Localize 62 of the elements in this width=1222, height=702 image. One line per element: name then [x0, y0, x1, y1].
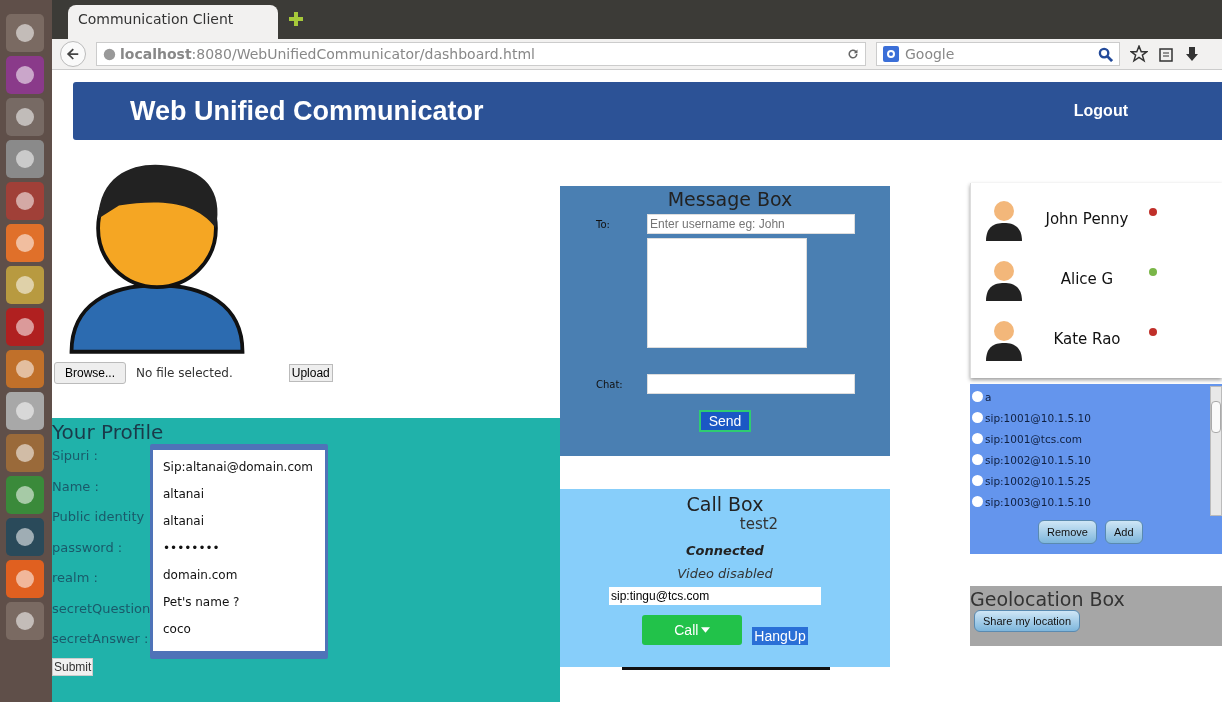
chat-label: Chat: [595, 378, 624, 390]
search-placeholder: Google [905, 46, 955, 63]
url-text: localhost:8080/WebUnifiedCommunicator/dashboard.html [120, 46, 535, 63]
to-label: To: [595, 218, 611, 230]
field-value: •••••••• [163, 540, 220, 557]
scrollbar[interactable] [1210, 386, 1222, 516]
submit-button[interactable]: Submit [52, 657, 94, 676]
search-field[interactable]: Google [876, 42, 1120, 67]
field-label: secretQuestion [52, 599, 151, 618]
caret-icon [701, 627, 711, 633]
message-box-title: Message Box [666, 188, 794, 210]
logout-link[interactable]: Logout [1073, 102, 1128, 120]
plus-icon[interactable] [288, 11, 304, 28]
share-location-button[interactable]: Share my location [974, 610, 1081, 632]
reload-icon[interactable] [847, 48, 859, 61]
contact-name[interactable]: Alice G [1025, 270, 1149, 288]
call-status: Connected [686, 543, 764, 558]
geolocation-title: Geolocation Box [970, 588, 1126, 610]
field-label: realm : [52, 569, 98, 587]
call-box-title: Call Box [686, 493, 764, 515]
sip-option[interactable]: sip:1003@10.1.5.10 [972, 491, 1210, 512]
field-value: Sip:altanai@domain.com [163, 459, 314, 476]
search-engine-icon[interactable] [883, 46, 899, 63]
star-icon[interactable] [1130, 45, 1148, 64]
clipboard-icon[interactable] [1158, 46, 1174, 63]
back-button[interactable] [60, 41, 86, 68]
search-icon[interactable] [1098, 46, 1113, 62]
field-label: Public identity [52, 508, 145, 526]
field-label: Sipuri : [52, 447, 98, 465]
field-value: altanai [163, 513, 205, 530]
field-label: secretAnswer : [52, 630, 149, 648]
address-field[interactable]: sip:tingu@tcs.com [609, 587, 821, 605]
app-title: Web Unified Communicator [130, 95, 484, 127]
callee-name: test2 [739, 515, 779, 533]
field-label: password : [52, 538, 123, 557]
field-value: coco [163, 621, 191, 638]
profile-title: Your Profile [52, 420, 165, 444]
chat-field[interactable] [647, 374, 855, 394]
add-button[interactable]: Add [1104, 520, 1143, 544]
sip-option[interactable]: sip:1001@tcs.com [972, 428, 1210, 449]
address-field[interactable]: localhost:8080/WebUnifiedCommunicator/dashboard.html [96, 42, 866, 67]
hangup-button[interactable]: HangUp [752, 627, 808, 645]
sip-option[interactable]: a [972, 386, 1210, 407]
recipient-field[interactable]: Enter username eg: John [647, 214, 855, 234]
field-value: Pet's name ? [163, 594, 240, 611]
browser-tab[interactable]: Communication Client [68, 5, 278, 40]
upload-button[interactable]: Upload [288, 364, 333, 382]
sip-option[interactable]: sip:1002@10.1.5.10 [972, 449, 1210, 470]
file-status: No file selected. [136, 366, 233, 380]
video-status: Video disabled [677, 566, 773, 581]
browse-button[interactable]: Browse... [54, 362, 126, 384]
download-icon[interactable] [1184, 46, 1200, 63]
field-value: altanai [163, 486, 205, 503]
field-label: Name : [52, 477, 99, 496]
sip-option[interactable]: sip:1002@10.1.5.25 [972, 470, 1210, 491]
contact-name[interactable]: John Penny [1025, 210, 1149, 228]
back-arrow-icon [66, 47, 80, 62]
field-value: domain.com [163, 567, 238, 584]
contact-name[interactable]: Kate Rao [1025, 330, 1149, 348]
send-button[interactable]: Send [698, 410, 752, 432]
sip-option[interactable]: sip:1001@10.1.5.10 [972, 407, 1210, 428]
remove-button[interactable]: Remove [1038, 520, 1097, 544]
